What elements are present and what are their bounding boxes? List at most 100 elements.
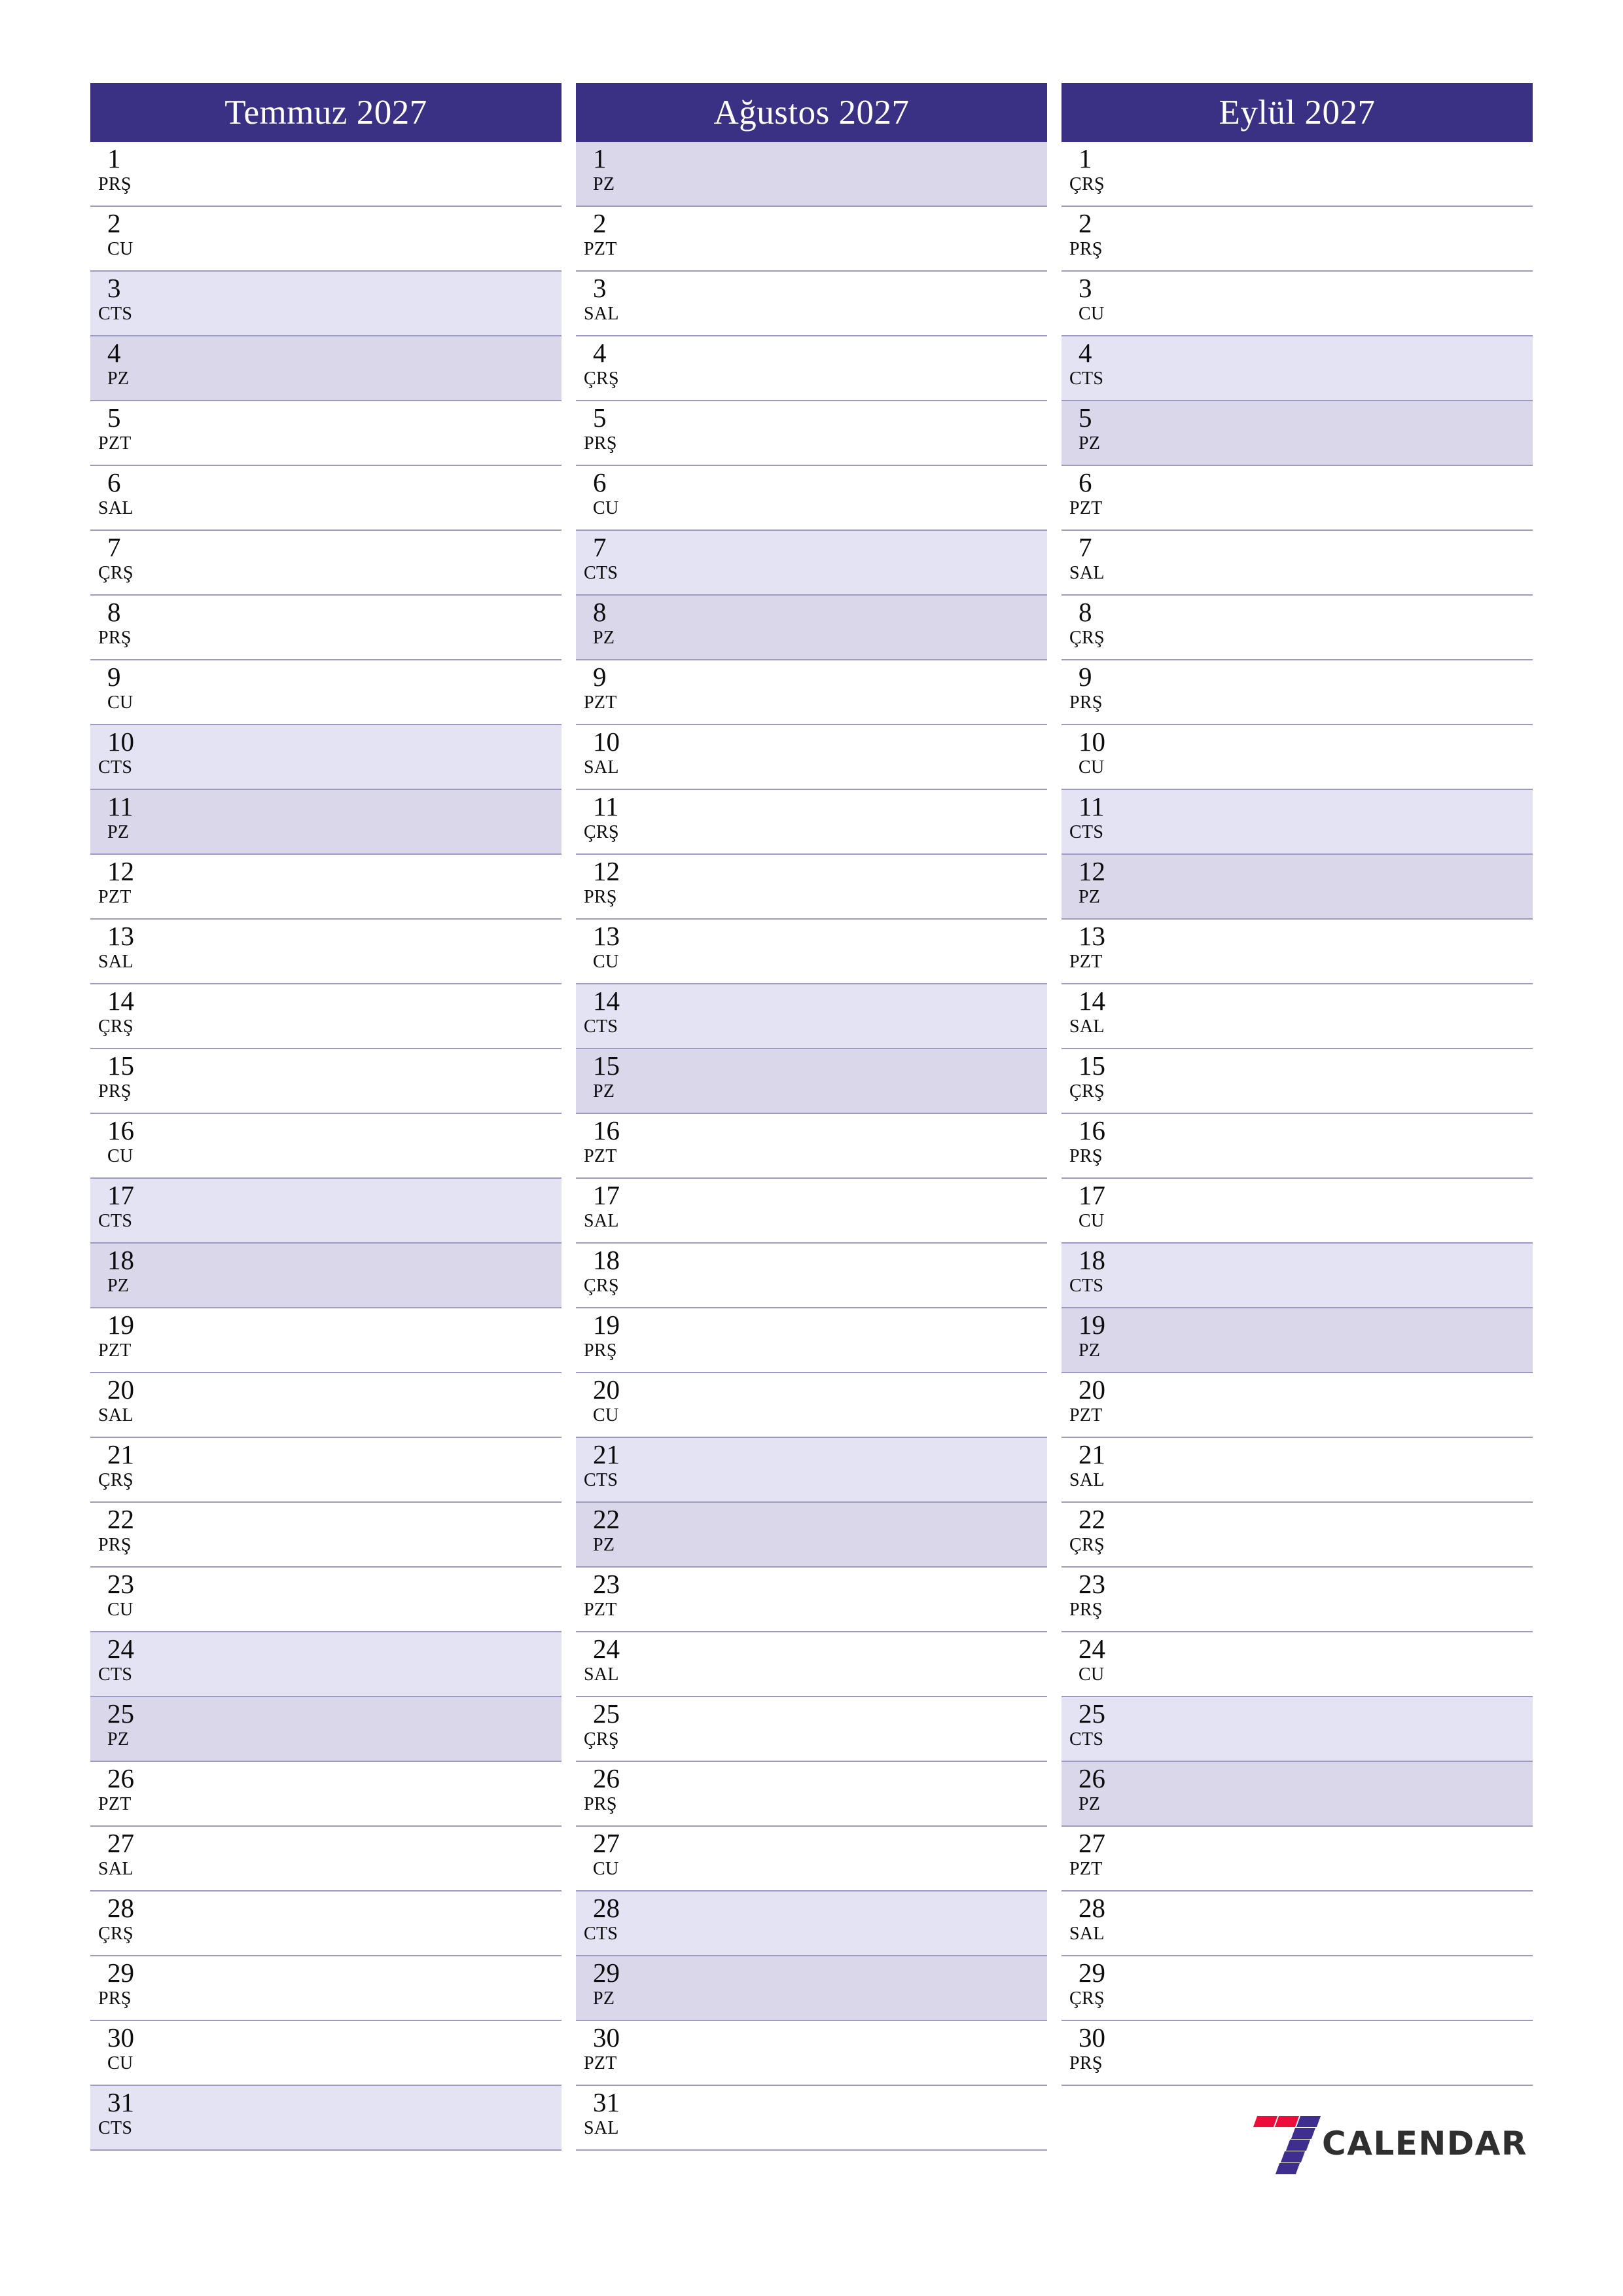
day-row[interactable]: 22 PZ bbox=[576, 1503, 1047, 1568]
day-note-area[interactable] bbox=[188, 1308, 562, 1372]
day-row[interactable]: 10 SAL bbox=[576, 725, 1047, 790]
day-note-area[interactable] bbox=[674, 2086, 1047, 2149]
day-row[interactable]: 17 CU bbox=[1061, 1179, 1533, 1244]
day-note-area[interactable] bbox=[188, 1114, 562, 1177]
day-row[interactable]: 24 CU bbox=[1061, 1632, 1533, 1697]
day-row[interactable]: 4 PZ bbox=[90, 336, 562, 401]
day-row[interactable]: 26 PZT bbox=[90, 1762, 562, 1827]
day-note-area[interactable] bbox=[674, 466, 1047, 529]
day-row[interactable]: 11 CTS bbox=[1061, 790, 1533, 855]
day-row[interactable]: 7 SAL bbox=[1061, 531, 1533, 596]
day-note-area[interactable] bbox=[674, 1244, 1047, 1307]
day-row[interactable]: 10 CU bbox=[1061, 725, 1533, 790]
day-note-area[interactable] bbox=[188, 1244, 562, 1307]
day-note-area[interactable] bbox=[1160, 920, 1533, 983]
day-note-area[interactable] bbox=[188, 401, 562, 465]
day-row[interactable]: 14 CTS bbox=[576, 984, 1047, 1049]
day-note-area[interactable] bbox=[1160, 855, 1533, 918]
day-row[interactable]: 15 ÇRŞ bbox=[1061, 1049, 1533, 1114]
day-note-area[interactable] bbox=[674, 531, 1047, 594]
day-note-area[interactable] bbox=[1160, 1373, 1533, 1437]
day-row[interactable]: 8 PZ bbox=[576, 596, 1047, 660]
day-note-area[interactable] bbox=[188, 596, 562, 659]
day-row[interactable]: 29 ÇRŞ bbox=[1061, 1956, 1533, 2021]
day-row[interactable]: 9 PZT bbox=[576, 660, 1047, 725]
day-note-area[interactable] bbox=[188, 207, 562, 270]
day-row[interactable]: 23 PRŞ bbox=[1061, 1568, 1533, 1632]
day-row[interactable]: 5 PRŞ bbox=[576, 401, 1047, 466]
day-note-area[interactable] bbox=[1160, 142, 1533, 206]
day-note-area[interactable] bbox=[188, 466, 562, 529]
day-note-area[interactable] bbox=[1160, 2021, 1533, 2085]
day-note-area[interactable] bbox=[188, 2086, 562, 2149]
day-row[interactable]: 24 SAL bbox=[576, 1632, 1047, 1697]
day-note-area[interactable] bbox=[1160, 1503, 1533, 1566]
day-note-area[interactable] bbox=[674, 855, 1047, 918]
day-note-area[interactable] bbox=[1160, 207, 1533, 270]
day-row[interactable]: 27 CU bbox=[576, 1827, 1047, 1892]
day-note-area[interactable] bbox=[674, 2021, 1047, 2085]
day-note-area[interactable] bbox=[674, 1049, 1047, 1113]
day-note-area[interactable] bbox=[188, 1179, 562, 1242]
day-row[interactable]: 20 CU bbox=[576, 1373, 1047, 1438]
day-row[interactable]: 26 PZ bbox=[1061, 1762, 1533, 1827]
day-row[interactable]: 27 SAL bbox=[90, 1827, 562, 1892]
day-row[interactable]: 16 CU bbox=[90, 1114, 562, 1179]
day-note-area[interactable] bbox=[188, 984, 562, 1048]
day-row[interactable]: 2 CU bbox=[90, 207, 562, 272]
day-row[interactable]: 5 PZT bbox=[90, 401, 562, 466]
day-row[interactable]: 31 CTS bbox=[90, 2086, 562, 2151]
day-note-area[interactable] bbox=[1160, 790, 1533, 853]
day-note-area[interactable] bbox=[1160, 1179, 1533, 1242]
day-note-area[interactable] bbox=[188, 272, 562, 335]
day-note-area[interactable] bbox=[1160, 1568, 1533, 1631]
day-row[interactable]: 8 ÇRŞ bbox=[1061, 596, 1533, 660]
day-row[interactable]: 21 CTS bbox=[576, 1438, 1047, 1503]
day-note-area[interactable] bbox=[674, 1956, 1047, 2020]
day-row[interactable]: 8 PRŞ bbox=[90, 596, 562, 660]
day-row[interactable]: 20 PZT bbox=[1061, 1373, 1533, 1438]
day-note-area[interactable] bbox=[1160, 1244, 1533, 1307]
day-row[interactable]: 18 ÇRŞ bbox=[576, 1244, 1047, 1308]
day-note-area[interactable] bbox=[1160, 272, 1533, 335]
day-note-area[interactable] bbox=[188, 1049, 562, 1113]
day-row[interactable]: 23 CU bbox=[90, 1568, 562, 1632]
day-note-area[interactable] bbox=[1160, 1697, 1533, 1761]
day-row[interactable]: 20 SAL bbox=[90, 1373, 562, 1438]
day-row[interactable]: 15 PZ bbox=[576, 1049, 1047, 1114]
day-note-area[interactable] bbox=[188, 1892, 562, 1955]
day-note-area[interactable] bbox=[674, 1373, 1047, 1437]
day-note-area[interactable] bbox=[188, 1438, 562, 1501]
day-row[interactable]: 17 SAL bbox=[576, 1179, 1047, 1244]
day-row[interactable]: 28 SAL bbox=[1061, 1892, 1533, 1956]
day-note-area[interactable] bbox=[674, 1503, 1047, 1566]
day-row[interactable]: 19 PZ bbox=[1061, 1308, 1533, 1373]
day-row[interactable]: 14 SAL bbox=[1061, 984, 1533, 1049]
day-note-area[interactable] bbox=[674, 142, 1047, 206]
day-note-area[interactable] bbox=[674, 401, 1047, 465]
day-row[interactable]: 3 CU bbox=[1061, 272, 1533, 336]
day-row[interactable]: 18 CTS bbox=[1061, 1244, 1533, 1308]
day-note-area[interactable] bbox=[188, 1373, 562, 1437]
day-note-area[interactable] bbox=[1160, 531, 1533, 594]
day-note-area[interactable] bbox=[674, 790, 1047, 853]
day-note-area[interactable] bbox=[188, 142, 562, 206]
day-row[interactable]: 31 SAL bbox=[576, 2086, 1047, 2151]
day-row[interactable]: 2 PZT bbox=[576, 207, 1047, 272]
day-note-area[interactable] bbox=[188, 336, 562, 400]
day-note-area[interactable] bbox=[1160, 1762, 1533, 1825]
day-row[interactable]: 28 CTS bbox=[576, 1892, 1047, 1956]
day-row[interactable]: 11 PZ bbox=[90, 790, 562, 855]
day-row[interactable]: 4 CTS bbox=[1061, 336, 1533, 401]
day-note-area[interactable] bbox=[674, 1114, 1047, 1177]
day-row[interactable]: 30 PRŞ bbox=[1061, 2021, 1533, 2086]
day-row[interactable]: 14 ÇRŞ bbox=[90, 984, 562, 1049]
day-note-area[interactable] bbox=[674, 272, 1047, 335]
day-row[interactable]: 6 CU bbox=[576, 466, 1047, 531]
day-row[interactable]: 25 ÇRŞ bbox=[576, 1697, 1047, 1762]
day-note-area[interactable] bbox=[1160, 1632, 1533, 1696]
day-note-area[interactable] bbox=[674, 1438, 1047, 1501]
day-note-area[interactable] bbox=[188, 1503, 562, 1566]
day-row[interactable]: 13 SAL bbox=[90, 920, 562, 984]
day-row[interactable]: 21 SAL bbox=[1061, 1438, 1533, 1503]
